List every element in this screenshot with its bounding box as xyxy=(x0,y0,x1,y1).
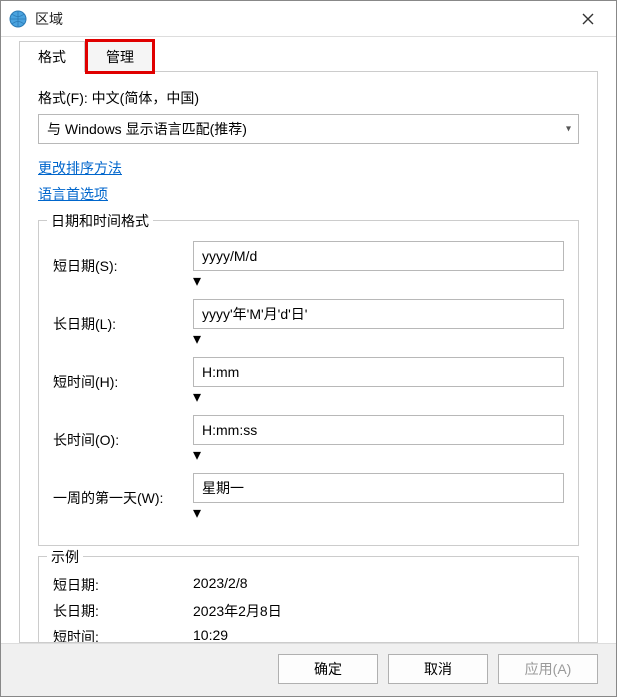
long-time-row: 长时间(O): H:mm:ss ▾ xyxy=(53,415,564,465)
ok-button[interactable]: 确定 xyxy=(278,654,378,684)
short-time-row: 短时间(H): H:mm ▾ xyxy=(53,357,564,407)
example-group-legend: 示例 xyxy=(47,547,83,567)
format-select[interactable]: 与 Windows 显示语言匹配(推荐) xyxy=(38,114,579,144)
example-short-time-value: 10:29 xyxy=(193,627,228,643)
example-long-date-row: 长日期: 2023年2月8日 xyxy=(53,601,564,621)
short-time-select[interactable]: H:mm xyxy=(193,357,564,387)
apply-button[interactable]: 应用(A) xyxy=(498,654,598,684)
datetime-group-legend: 日期和时间格式 xyxy=(47,211,153,231)
tab-admin[interactable]: 管理 xyxy=(87,41,153,72)
dialog-button-bar: 确定 取消 应用(A) xyxy=(1,643,616,696)
example-short-time-row: 短时间: 10:29 xyxy=(53,627,564,643)
language-prefs-link[interactable]: 语言首选项 xyxy=(38,184,108,204)
example-short-time-label: 短时间: xyxy=(53,627,193,643)
first-day-row: 一周的第一天(W): 星期一 ▾ xyxy=(53,473,564,523)
long-date-label: 长日期(L): xyxy=(53,314,193,334)
first-day-label: 一周的第一天(W): xyxy=(53,488,193,508)
close-icon xyxy=(582,13,594,25)
chevron-down-icon: ▾ xyxy=(193,331,201,348)
short-date-row: 短日期(S): yyyy/M/d ▾ xyxy=(53,241,564,291)
titlebar: 区域 xyxy=(1,1,616,37)
close-button[interactable] xyxy=(568,4,608,34)
tabs-row: 格式 管理 xyxy=(1,37,616,71)
example-long-date-value: 2023年2月8日 xyxy=(193,601,282,621)
example-short-date-value: 2023/2/8 xyxy=(193,575,248,595)
short-date-select[interactable]: yyyy/M/d xyxy=(193,241,564,271)
long-time-label: 长时间(O): xyxy=(53,430,193,450)
long-date-row: 长日期(L): yyyy'年'M'月'd'日' ▾ xyxy=(53,299,564,349)
tab-format[interactable]: 格式 xyxy=(19,41,85,72)
short-date-label: 短日期(S): xyxy=(53,256,193,276)
globe-icon xyxy=(9,10,27,28)
example-short-date-row: 短日期: 2023/2/8 xyxy=(53,575,564,595)
region-dialog-window: 区域 格式 管理 格式(F): 中文(简体，中国) 与 Windows 显示语言… xyxy=(0,0,617,697)
cancel-button[interactable]: 取消 xyxy=(388,654,488,684)
long-date-select[interactable]: yyyy'年'M'月'd'日' xyxy=(193,299,564,329)
format-select-wrap: 与 Windows 显示语言匹配(推荐) ▾ xyxy=(38,114,579,144)
tab-content: 格式(F): 中文(简体，中国) 与 Windows 显示语言匹配(推荐) ▾ … xyxy=(19,71,598,643)
chevron-down-icon: ▾ xyxy=(193,447,201,464)
window-title: 区域 xyxy=(35,9,568,29)
example-short-date-label: 短日期: xyxy=(53,575,193,595)
short-time-label: 短时间(H): xyxy=(53,372,193,392)
first-day-select[interactable]: 星期一 xyxy=(193,473,564,503)
chevron-down-icon: ▾ xyxy=(193,505,201,522)
format-label: 格式(F): 中文(简体，中国) xyxy=(38,88,579,108)
chevron-down-icon: ▾ xyxy=(193,273,201,290)
change-sort-link[interactable]: 更改排序方法 xyxy=(38,158,122,178)
example-group: 示例 短日期: 2023/2/8 长日期: 2023年2月8日 短时间: 10:… xyxy=(38,556,579,643)
example-long-date-label: 长日期: xyxy=(53,601,193,621)
chevron-down-icon: ▾ xyxy=(193,389,201,406)
datetime-format-group: 日期和时间格式 短日期(S): yyyy/M/d ▾ 长日期(L): yyyy'… xyxy=(38,220,579,546)
long-time-select[interactable]: H:mm:ss xyxy=(193,415,564,445)
